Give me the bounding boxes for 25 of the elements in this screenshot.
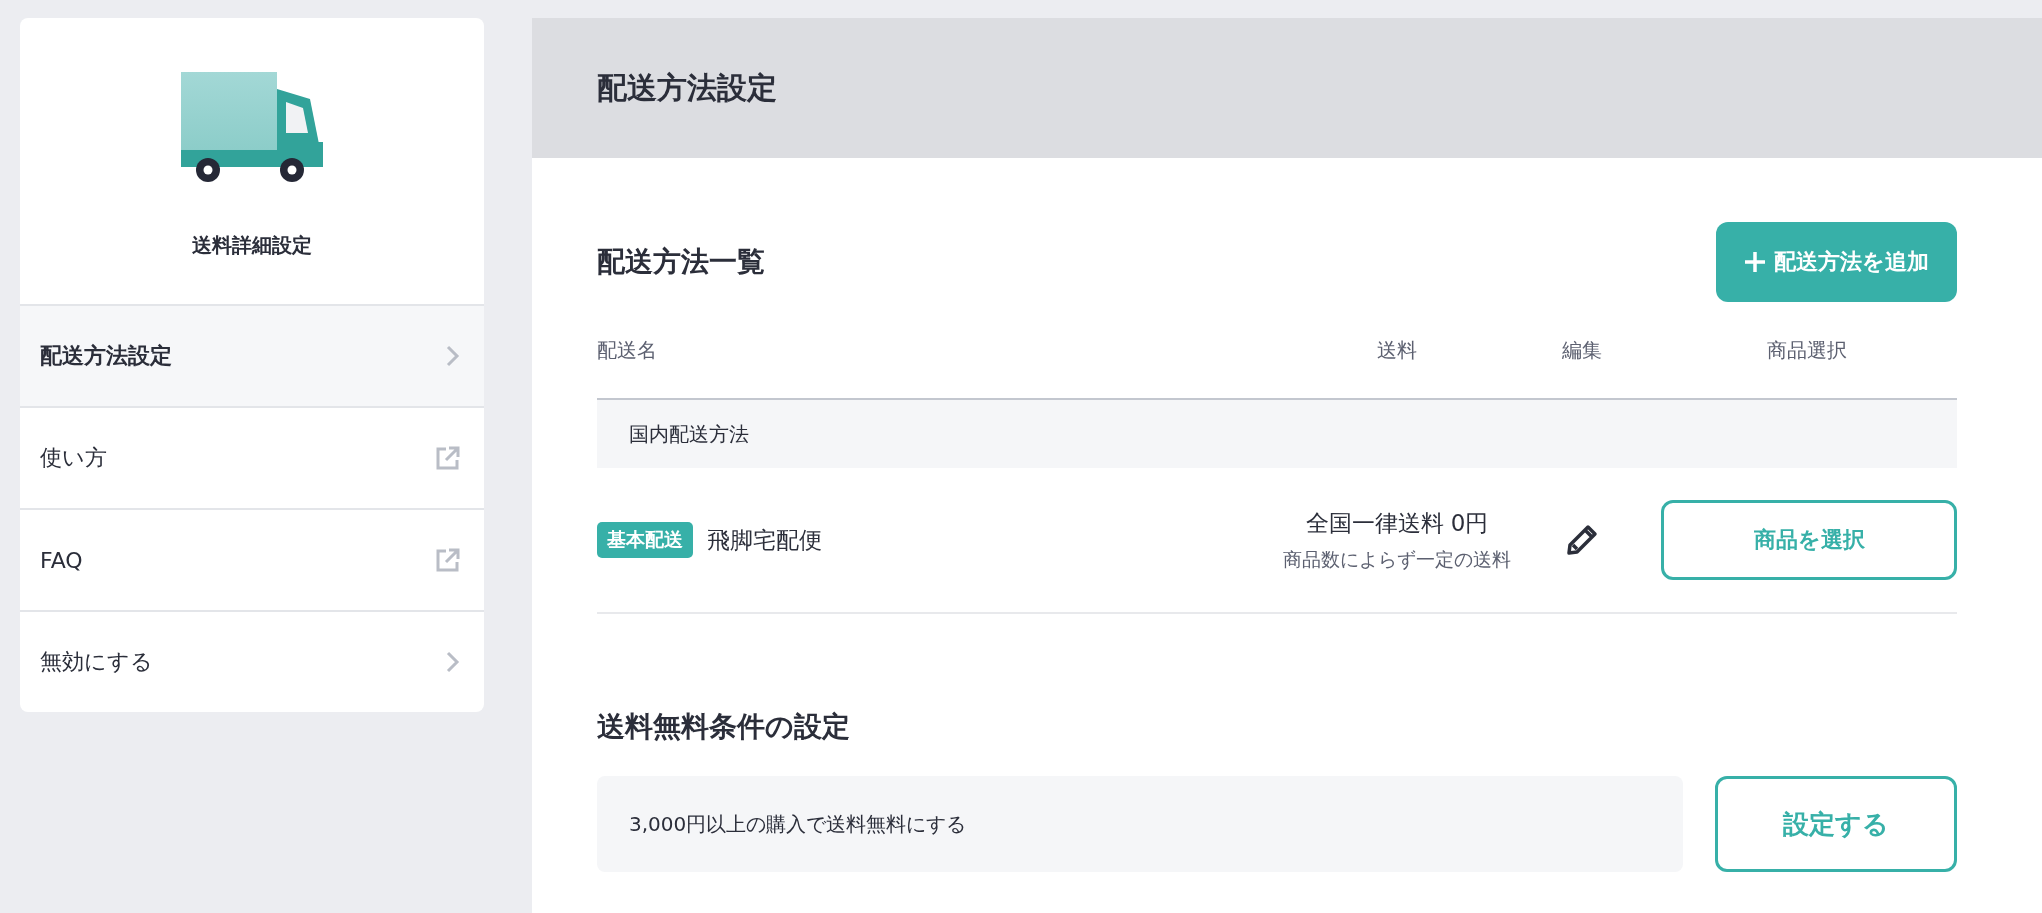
sidebar-item[interactable]: 配送方法設定	[20, 306, 484, 408]
shipping-fee: 全国一律送料 0円	[1305, 508, 1489, 538]
sidebar-title: 送料詳細設定	[192, 232, 312, 259]
column-header: 編集	[1561, 336, 1603, 364]
external-link-icon	[436, 446, 460, 470]
column-header: 配送名	[597, 336, 658, 364]
plus-icon	[1744, 251, 1766, 273]
page-title: 配送方法設定	[597, 68, 777, 107]
default-badge: 基本配送	[597, 522, 693, 558]
column-header: 送料	[1376, 336, 1418, 364]
sidebar-item[interactable]: 使い方	[20, 408, 484, 510]
free-shipping-condition: 3,000円以上の購入で送料無料にする	[597, 776, 1683, 872]
chevron-right-icon	[446, 651, 460, 673]
fee-note: 商品数によらず一定の送料	[1283, 546, 1511, 572]
sidebar-item[interactable]: FAQ	[20, 510, 484, 612]
section-title: 送料無料条件の設定	[597, 709, 851, 745]
column-header: 商品選択	[1766, 336, 1848, 364]
shipping-name: 飛脚宅配便	[707, 525, 822, 555]
chevron-right-icon	[446, 345, 460, 367]
group-row: 国内配送方法	[597, 400, 1957, 468]
truck-icon	[181, 72, 323, 184]
section-title: 配送方法一覧	[597, 244, 765, 280]
sidebar-item[interactable]: 無効にする	[20, 612, 484, 712]
external-link-icon	[436, 548, 460, 572]
pencil-icon	[1566, 524, 1598, 556]
